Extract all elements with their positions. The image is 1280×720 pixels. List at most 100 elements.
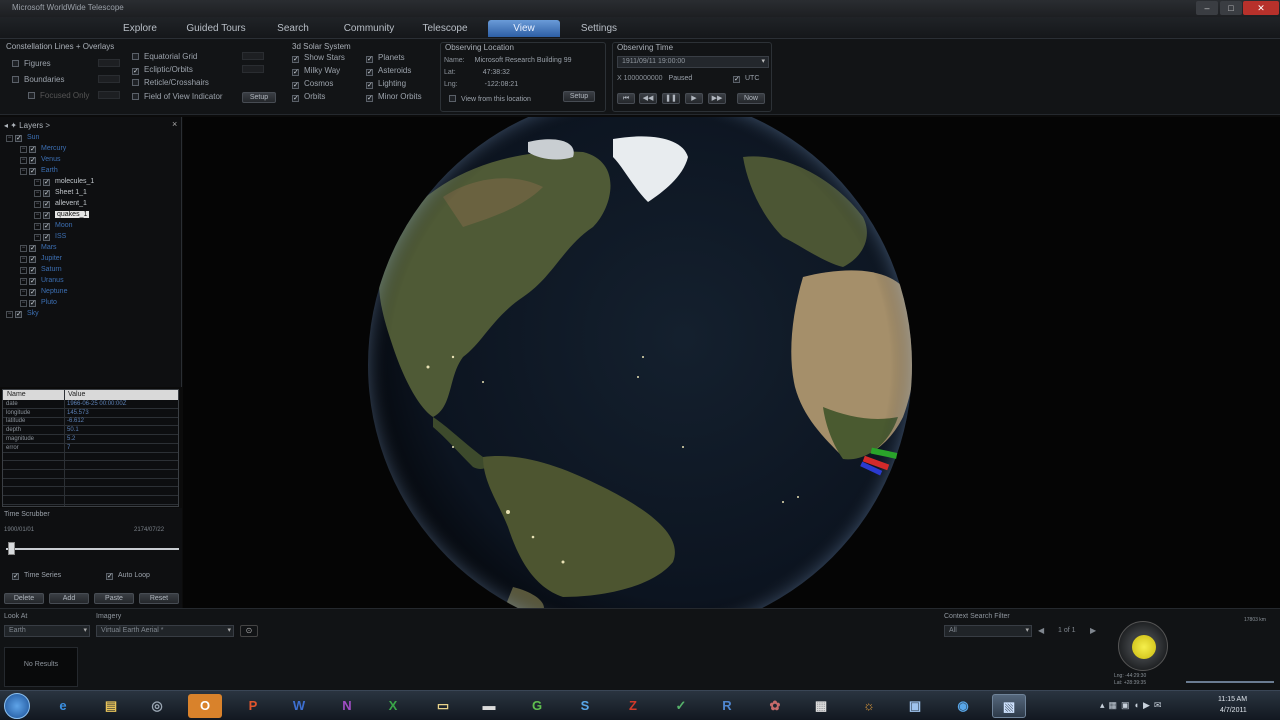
expand-icon[interactable]: − [6, 135, 13, 142]
layer-item[interactable]: − Sun [6, 134, 39, 142]
expand-icon[interactable]: − [20, 157, 27, 164]
table-row[interactable]: latitude -6.612 [3, 418, 178, 427]
reticle-checkbox[interactable]: Reticle/Crosshairs [132, 78, 209, 87]
asteroids-checkbox[interactable]: Asteroids [366, 66, 411, 76]
filezilla-icon[interactable]: Z [616, 694, 650, 718]
table-row[interactable]: date 1966-06-25 00:00:00Z [3, 401, 178, 409]
layer-item[interactable]: − Sheet 1_1 [34, 189, 87, 197]
rewind-button[interactable]: ⏮ [617, 93, 635, 104]
scrubber-thumb[interactable] [7, 542, 15, 555]
slower-button[interactable]: ◀◀ [639, 93, 657, 104]
expand-icon[interactable]: − [34, 190, 41, 197]
cmd-icon[interactable]: ▬ [472, 694, 506, 718]
layer-item[interactable]: − Mars [20, 244, 57, 252]
fov-indicator-checkbox[interactable]: Field of View Indicator [132, 92, 223, 101]
clock-date[interactable]: 4/7/2011 [1220, 707, 1247, 714]
scrubber-track[interactable] [6, 548, 179, 550]
table-row[interactable] [3, 462, 178, 470]
paste-button[interactable]: Paste [94, 593, 134, 604]
expand-icon[interactable]: − [20, 168, 27, 175]
show-stars-checkbox[interactable]: Show Stars [292, 53, 345, 63]
expand-icon[interactable]: − [20, 289, 27, 296]
layer-item[interactable]: − Moon [34, 222, 73, 230]
table-row[interactable]: magnitude 5.2 [3, 436, 178, 444]
layer-checkbox[interactable] [29, 146, 36, 153]
imagery-select[interactable]: Virtual Earth Aerial * ▾ [96, 625, 234, 637]
table-row[interactable]: longitude 145.573 [3, 410, 178, 418]
layer-item[interactable]: − Jupiter [20, 255, 62, 263]
start-button[interactable] [4, 693, 30, 719]
utc-checkbox[interactable]: UTC [733, 75, 759, 83]
layer-checkbox[interactable] [43, 201, 50, 208]
close-button[interactable]: ✕ [1243, 1, 1279, 15]
table-row[interactable] [3, 479, 178, 488]
chrome-icon[interactable]: G [520, 694, 554, 718]
ie-icon[interactable]: e [46, 694, 80, 718]
layer-item[interactable]: − allevent_1 [34, 200, 87, 208]
constellation-setup-button[interactable]: Setup [242, 92, 276, 103]
table-row[interactable] [3, 471, 178, 479]
focused-color[interactable] [98, 91, 120, 99]
racing-flag-icon[interactable]: ▦ [804, 694, 838, 718]
layer-item[interactable]: − Neptune [20, 288, 67, 296]
outlook-icon[interactable]: O [188, 694, 222, 718]
expand-icon[interactable]: − [34, 223, 41, 230]
datetime-field[interactable]: 1911/09/11 19:00:00 ▾ [617, 56, 769, 68]
layer-checkbox[interactable] [29, 278, 36, 285]
close-icon[interactable]: × [172, 119, 177, 129]
next-page-icon[interactable]: ▶ [1090, 626, 1096, 635]
layer-item[interactable]: − quakes_1 [34, 211, 90, 219]
earth-globe[interactable] [183, 117, 1280, 608]
sky-view[interactable] [183, 117, 1280, 608]
notify-app-icon[interactable]: ☼ [852, 694, 886, 718]
expand-icon[interactable]: − [20, 300, 27, 307]
tab-community[interactable]: Community [334, 20, 404, 37]
explorer-icon[interactable]: ▤ [94, 694, 128, 718]
layer-item[interactable]: − Uranus [20, 277, 64, 285]
word-icon[interactable]: W [282, 694, 316, 718]
tab-explore[interactable]: Explore [112, 20, 168, 37]
table-row[interactable] [3, 497, 178, 505]
tab-settings[interactable]: Settings [570, 20, 628, 37]
layer-item[interactable]: − Venus [20, 156, 60, 164]
time-series-checkbox[interactable]: Time Series [12, 572, 61, 580]
grid-color[interactable] [242, 52, 264, 60]
faster-button[interactable]: ▶▶ [708, 93, 726, 104]
layer-checkbox[interactable] [29, 300, 36, 307]
add-button[interactable]: Add [49, 593, 89, 604]
minor-orbits-checkbox[interactable]: Minor Orbits [366, 92, 422, 102]
orbits-checkbox[interactable]: Orbits [292, 92, 325, 102]
folder-icon[interactable]: ▭ [426, 694, 460, 718]
layer-item[interactable]: − molecules_1 [34, 178, 94, 186]
zoom-bar[interactable] [1186, 681, 1274, 683]
layer-item[interactable]: − Pluto [20, 299, 57, 307]
tab-view[interactable]: View [488, 20, 560, 37]
pin-icon[interactable]: ◂ ✦ [4, 121, 19, 130]
layer-checkbox[interactable] [29, 245, 36, 252]
boundaries-color[interactable] [98, 75, 120, 83]
view-from-location-checkbox[interactable]: View from this location [449, 95, 531, 103]
layer-checkbox[interactable] [29, 157, 36, 164]
expand-icon[interactable]: − [34, 179, 41, 186]
play-button[interactable]: ▶ [685, 93, 703, 104]
skype-icon[interactable]: S [568, 694, 602, 718]
delete-button[interactable]: Delete [4, 593, 44, 604]
layer-checkbox[interactable] [43, 234, 50, 241]
expand-icon[interactable]: − [20, 256, 27, 263]
expand-icon[interactable]: − [20, 267, 27, 274]
maximize-button[interactable]: □ [1220, 1, 1242, 15]
onenote-icon[interactable]: N [330, 694, 364, 718]
info-icon[interactable]: ⊙ [240, 625, 258, 637]
window-app-icon[interactable]: ▣ [898, 694, 932, 718]
location-setup-button[interactable]: Setup [563, 91, 595, 102]
powerpoint-icon[interactable]: P [236, 694, 270, 718]
reset-button[interactable]: Reset [139, 593, 179, 604]
tab-telescope[interactable]: Telescope [414, 20, 476, 37]
milky-way-checkbox[interactable]: Milky Way [292, 66, 340, 76]
media-icon[interactable]: ◎ [140, 694, 174, 718]
cosmos-checkbox[interactable]: Cosmos [292, 79, 333, 89]
table-row[interactable] [3, 453, 178, 462]
boundaries-checkbox[interactable]: Boundaries [12, 75, 64, 84]
layer-checkbox[interactable] [43, 212, 50, 219]
expand-icon[interactable]: − [34, 212, 41, 219]
